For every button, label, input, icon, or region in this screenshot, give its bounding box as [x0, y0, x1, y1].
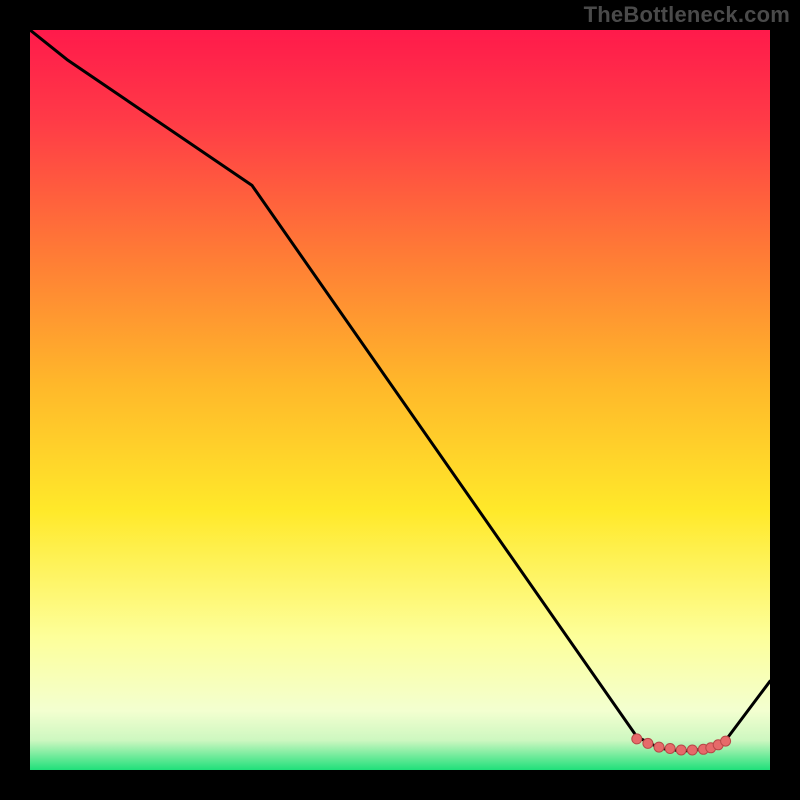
- data-marker: [721, 736, 731, 746]
- plot-area: [30, 30, 770, 770]
- data-marker: [676, 745, 686, 755]
- data-marker: [632, 734, 642, 744]
- watermark-text: TheBottleneck.com: [584, 2, 790, 28]
- data-marker: [665, 744, 675, 754]
- chart-frame: TheBottleneck.com: [0, 0, 800, 800]
- chart-svg: [30, 30, 770, 770]
- data-marker: [654, 742, 664, 752]
- data-marker: [643, 738, 653, 748]
- data-marker: [687, 745, 697, 755]
